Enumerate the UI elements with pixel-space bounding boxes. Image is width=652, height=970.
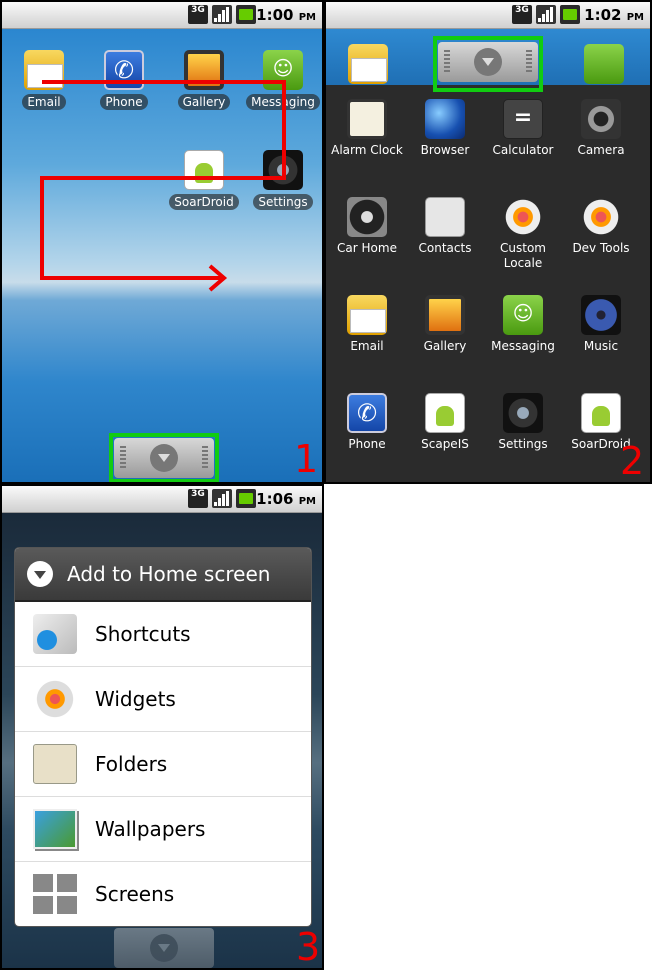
panel-number: 2 [620, 439, 645, 483]
drawer-app-calculator[interactable]: = Calculator [484, 99, 562, 158]
panel-number: 3 [296, 925, 321, 969]
menu-item-shortcuts[interactable]: Shortcuts [15, 602, 311, 667]
drawer-app-camera[interactable]: Camera [562, 99, 640, 158]
contacts-icon [425, 197, 465, 237]
car-home-icon [347, 197, 387, 237]
phone-icon: ✆ [347, 393, 387, 433]
calculator-icon: = [503, 99, 543, 139]
menu-item-widgets[interactable]: Widgets [15, 667, 311, 732]
messaging-icon: ☺ [503, 295, 543, 335]
gallery-icon [425, 295, 465, 335]
drawer-app-email[interactable]: Email [328, 295, 406, 354]
swipe-gesture-arrow [40, 80, 286, 292]
chevron-up-icon [150, 934, 178, 962]
drawer-app-alarm-clock[interactable]: Alarm Clock [328, 99, 406, 158]
android-app-icon [581, 393, 621, 433]
speaker-icon [581, 295, 621, 335]
drawer-app-gallery[interactable]: Gallery [406, 295, 484, 354]
battery-icon [560, 5, 580, 24]
drawer-app-dev-tools[interactable]: Dev Tools [562, 197, 640, 256]
status-bar: 3G 1:06 PM [2, 486, 322, 513]
drawer-app-settings[interactable]: Settings [484, 393, 562, 452]
messaging-icon [584, 44, 624, 84]
3g-icon: 3G [512, 5, 532, 24]
email-icon [348, 44, 388, 84]
highlight-box [433, 36, 543, 92]
drawer-app-browser[interactable]: Browser [406, 99, 484, 158]
email-icon [347, 295, 387, 335]
app-drawer-handle [114, 928, 214, 968]
drawer-app-scapeis[interactable]: ScapeIS [406, 393, 484, 452]
drawer-app-car-home[interactable]: Car Home [328, 197, 406, 256]
camera-icon [581, 99, 621, 139]
status-bar: 3G 1:02 PM [326, 2, 650, 29]
gear-icon [503, 197, 543, 237]
folder-icon [33, 744, 77, 784]
menu-item-folders[interactable]: Folders [15, 732, 311, 797]
highlight-box [109, 433, 219, 482]
clock-icon [347, 99, 387, 139]
panel-2-app-drawer: 3G 1:02 PM Alarm Clock Browser = Calcula… [324, 0, 652, 484]
drawer-app-contacts[interactable]: Contacts [406, 197, 484, 256]
drawer-app-music[interactable]: Music [562, 295, 640, 354]
settings-icon [503, 393, 543, 433]
dialog-title: Add to Home screen [15, 548, 311, 602]
signal-icon [536, 5, 556, 24]
picture-icon [33, 809, 77, 849]
chevron-down-icon [27, 561, 53, 587]
clock: 1:02 PM [584, 6, 644, 24]
gear-icon [581, 197, 621, 237]
3g-icon: 3G [188, 489, 208, 508]
add-to-home-dialog: Add to Home screen Shortcuts Widgets Fol… [15, 548, 311, 926]
drawer-app-custom-locale[interactable]: Custom Locale [484, 197, 562, 271]
menu-item-screens[interactable]: Screens [15, 862, 311, 926]
shortcut-arrow-icon [33, 614, 77, 654]
signal-icon [212, 489, 232, 508]
globe-icon [425, 99, 465, 139]
clock: 1:06 PM [256, 490, 316, 508]
panel-3-add-to-home-menu: 3G 1:06 PM Add to Home screen Shortcuts … [0, 484, 324, 970]
battery-icon [236, 489, 256, 508]
drawer-app-phone[interactable]: ✆ Phone [328, 393, 406, 452]
android-app-icon [425, 393, 465, 433]
grid-icon [33, 874, 77, 914]
drawer-app-messaging[interactable]: ☺ Messaging [484, 295, 562, 354]
menu-item-wallpapers[interactable]: Wallpapers [15, 797, 311, 862]
panel-number: 1 [294, 437, 319, 481]
panel-1-home-screen: 3G 1:00 PM Email ✆ Phone Gallery ☺ Messa… [0, 0, 324, 484]
gear-icon [33, 679, 77, 719]
app-drawer-grid: Alarm Clock Browser = Calculator Camera … [326, 85, 650, 482]
